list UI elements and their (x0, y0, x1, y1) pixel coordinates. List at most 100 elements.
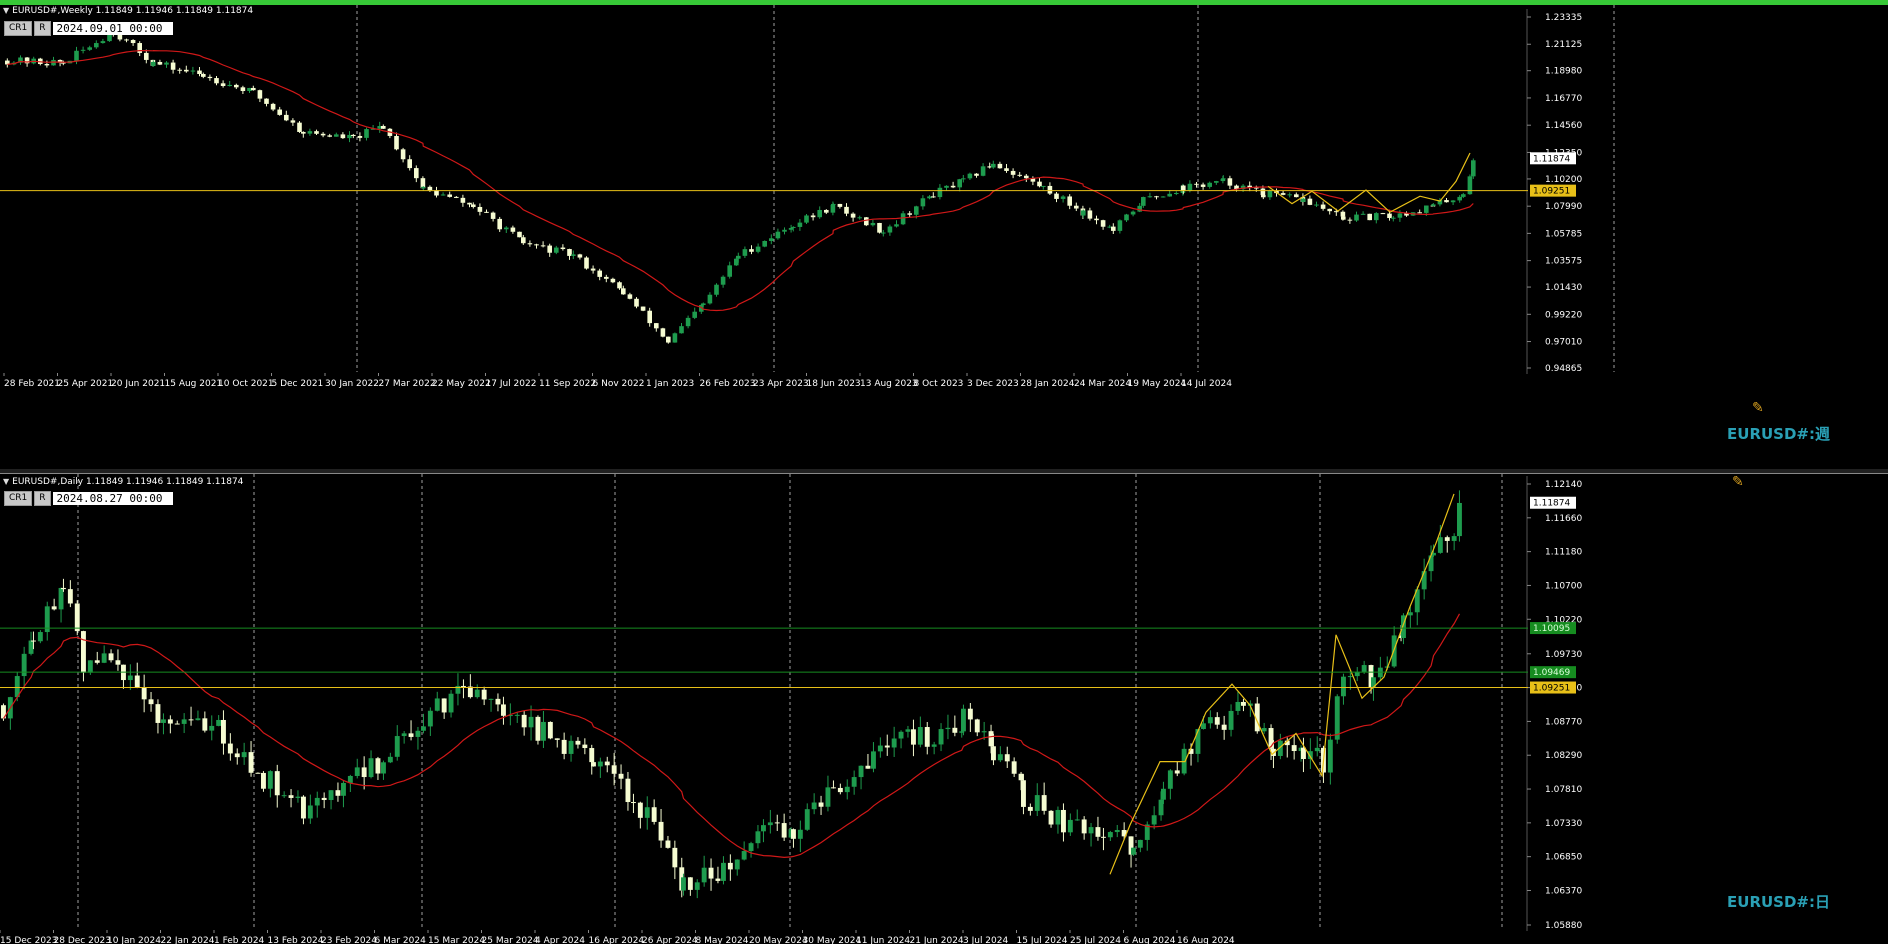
candle-body (631, 802, 636, 804)
datetime-field[interactable]: 2024.08.27 00:00 (52, 492, 173, 505)
candle-body (1041, 185, 1046, 187)
time-axis-label: 15 Aug 2021 (165, 379, 223, 389)
pencil-ruler-icon[interactable]: ✎ (1752, 400, 1764, 416)
candle-body (837, 787, 843, 793)
triangle-down-icon[interactable]: ▼ (3, 6, 9, 15)
candle-body (604, 761, 610, 766)
candle-body (1221, 724, 1227, 730)
candle-body (295, 796, 301, 798)
candle-body (858, 765, 864, 778)
candle-body (1367, 213, 1372, 221)
candle-body (467, 686, 473, 698)
candle-body (1124, 214, 1129, 221)
candle-body (421, 186, 426, 189)
candle-body (415, 730, 421, 737)
candle-body (961, 708, 966, 732)
candle-body (924, 727, 930, 747)
candle-body (1221, 178, 1226, 180)
candle-body (844, 206, 849, 214)
candle-body (1361, 665, 1367, 672)
candle-body (535, 716, 541, 741)
candle-body (660, 328, 666, 337)
price-axis-label: 1.11660 (1545, 514, 1582, 524)
candle-body (1174, 770, 1180, 774)
candle-body (209, 725, 215, 731)
candle-body (297, 122, 302, 132)
price-tag-label: 1.09251 (1533, 684, 1570, 694)
candle-body (354, 767, 360, 776)
candle-body (611, 765, 617, 774)
weekly-chart-pane[interactable]: 1.233351.211251.189801.167701.145601.123… (0, 0, 1888, 470)
candle-body (394, 736, 400, 757)
candle-body (1154, 196, 1159, 198)
candle-body (1087, 210, 1093, 219)
candle-body (534, 244, 539, 246)
candle-body (871, 751, 876, 769)
candle-body (264, 98, 269, 104)
candle-body (1161, 788, 1166, 800)
candle-body (721, 862, 726, 881)
candle-body (1027, 806, 1033, 811)
candle-body (401, 733, 407, 737)
candle-body (627, 294, 633, 299)
price-axis-label: 1.06850 (1545, 853, 1582, 863)
candle-body (817, 209, 822, 218)
candle-body (155, 704, 161, 723)
candle-body (666, 336, 671, 343)
daily-chart-pane[interactable]: 1.12140 1.11660 1.11180 1.10700 1.10220 1.097… (0, 473, 1888, 944)
candle-body (647, 310, 652, 324)
time-axis-label: 16 Apr 2024 (589, 936, 645, 944)
candle-body (741, 851, 747, 860)
candle-body (400, 149, 406, 160)
candle-body (1424, 205, 1429, 213)
candle-body (715, 878, 721, 881)
candle-body (94, 43, 99, 48)
candle-body (288, 795, 294, 798)
daily-chart-canvas[interactable]: 1.121401.116601.111801.107001.102201.097… (0, 474, 1888, 944)
candle-body (761, 825, 766, 832)
datetime-field[interactable]: 2024.09.01 00:00 (52, 22, 173, 35)
candle-body (1341, 676, 1346, 697)
candle-body (914, 206, 919, 215)
candle-body (504, 227, 509, 230)
weekly-chart-canvas[interactable]: 1.233351.211251.189801.167701.145601.123… (0, 5, 1888, 470)
candle-body (240, 87, 246, 92)
time-axis-label: 1 Jan 2023 (646, 379, 694, 389)
r-button[interactable]: R (34, 21, 51, 36)
candle-body (1024, 175, 1029, 179)
candle-body (227, 84, 232, 86)
candle-body (791, 226, 796, 228)
candle-body (1037, 181, 1042, 187)
candle-body (582, 744, 588, 749)
candle-body (831, 203, 836, 205)
candle-body (267, 771, 273, 789)
price-axis-label: 1.12140 (1545, 480, 1582, 490)
candle-body (898, 731, 904, 739)
candle-body (144, 52, 149, 60)
candle-body (1227, 178, 1233, 186)
candle-body (811, 802, 817, 810)
candle-body (844, 786, 850, 793)
candle-body (87, 660, 93, 673)
candle-body (1387, 213, 1392, 219)
candle-body (905, 729, 911, 732)
cr1-button[interactable]: CR1 (4, 21, 33, 36)
candle-body (590, 268, 596, 271)
candle-body (831, 787, 836, 789)
triangle-down-icon[interactable]: ▼ (3, 477, 9, 486)
candle-body (749, 249, 754, 252)
candle-body (1061, 809, 1066, 833)
candle-body (394, 135, 399, 150)
candle-body (1094, 218, 1099, 221)
candle-body (241, 752, 247, 758)
candle-body (1457, 502, 1462, 537)
r-button[interactable]: R (34, 491, 51, 506)
cr1-button[interactable]: CR1 (4, 491, 33, 506)
pencil-ruler-icon[interactable]: ✎ (1732, 474, 1744, 490)
candle-body (679, 326, 684, 334)
candle-body (421, 726, 426, 731)
candle-body (177, 69, 182, 71)
candle-body (1101, 836, 1106, 838)
candle-body (945, 727, 951, 730)
candle-body (481, 689, 487, 700)
